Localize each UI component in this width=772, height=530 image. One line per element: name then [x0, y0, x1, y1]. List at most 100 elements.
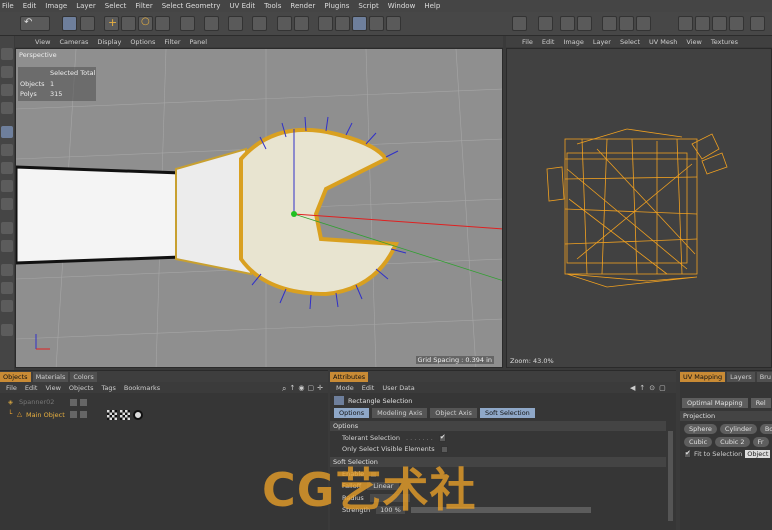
uv-relax-icon[interactable]: [750, 16, 765, 31]
back-arrow-icon[interactable]: ◀: [630, 384, 635, 392]
checker-icon[interactable]: [512, 16, 527, 31]
uv-menu-edit[interactable]: Edit: [542, 38, 555, 46]
subtab-options[interactable]: Options: [334, 408, 370, 418]
viewport-menu-filter[interactable]: Filter: [164, 38, 180, 46]
uvw-tag-icon[interactable]: [107, 410, 117, 420]
uv-grid-icon[interactable]: [678, 16, 693, 31]
smudge-icon[interactable]: [1, 198, 13, 210]
uv-menu-file[interactable]: File: [522, 38, 533, 46]
tool-icon[interactable]: [1, 66, 13, 78]
uv-tool-icon[interactable]: [538, 16, 553, 31]
selection-tool-icon[interactable]: [80, 16, 95, 31]
pen-icon[interactable]: [294, 16, 309, 31]
polygons-mode-icon[interactable]: [352, 16, 367, 31]
render-view-icon[interactable]: [228, 16, 243, 31]
uv-scale-icon[interactable]: [577, 16, 592, 31]
uv-move-icon[interactable]: [560, 16, 575, 31]
uv-rotate-icon[interactable]: [602, 16, 617, 31]
undo-icon[interactable]: ↶: [20, 16, 50, 31]
subtab-modeling-axis[interactable]: Modeling Axis: [372, 408, 428, 418]
cube-icon[interactable]: [277, 16, 292, 31]
rotate-icon[interactable]: ○: [138, 16, 153, 31]
lock-toggle[interactable]: [80, 411, 87, 418]
uv-points-icon[interactable]: [369, 16, 384, 31]
filter-icon[interactable]: ◉: [298, 384, 304, 394]
uv-fit-icon[interactable]: [636, 16, 651, 31]
cubic2-button[interactable]: Cubic 2: [715, 437, 750, 447]
edges-mode-icon[interactable]: [335, 16, 350, 31]
objects-menu-objects[interactable]: Objects: [69, 384, 94, 392]
menu-filter[interactable]: Filter: [135, 2, 152, 10]
star-icon[interactable]: [1, 240, 13, 252]
up-arrow-icon[interactable]: ↑: [639, 384, 645, 392]
menu-render[interactable]: Render: [290, 2, 315, 10]
cylinder-button[interactable]: Cylinder: [719, 424, 757, 434]
attributes-menu-mode[interactable]: Mode: [336, 384, 354, 392]
menu-select-geometry[interactable]: Select Geometry: [162, 2, 221, 10]
menu-tools[interactable]: Tools: [264, 2, 281, 10]
frontal-button[interactable]: Fr: [752, 437, 769, 447]
fill-icon[interactable]: [1, 180, 13, 192]
new-window-icon[interactable]: ▢: [659, 384, 666, 392]
uv-menu-layer[interactable]: Layer: [593, 38, 611, 46]
object-name-main-object[interactable]: Main Object: [26, 411, 65, 419]
uv-polygons-icon[interactable]: [386, 16, 401, 31]
menu-help[interactable]: Help: [424, 2, 440, 10]
menu-plugins[interactable]: Plugins: [324, 2, 349, 10]
magnifier-icon[interactable]: [1, 282, 13, 294]
menu-window[interactable]: Window: [388, 2, 416, 10]
uv-menu-textures[interactable]: Textures: [711, 38, 738, 46]
viewport-menu-view[interactable]: View: [35, 38, 50, 46]
fit-to-selection-checkbox[interactable]: [684, 449, 691, 458]
sphere-button[interactable]: Sphere: [684, 424, 717, 434]
points-mode-icon[interactable]: [318, 16, 333, 31]
tab-brush[interactable]: Bru: [756, 371, 772, 382]
menu-file[interactable]: File: [2, 2, 14, 10]
visibility-toggle[interactable]: [70, 399, 77, 406]
attributes-scrollbar[interactable]: [668, 431, 673, 521]
cubic-button[interactable]: Cubic: [684, 437, 713, 447]
visibility-toggle[interactable]: [70, 411, 77, 418]
eraser-icon[interactable]: [1, 162, 13, 174]
list-item[interactable]: └ △ Main Object: [0, 410, 328, 421]
coord-system-icon[interactable]: [204, 16, 219, 31]
render-settings-icon[interactable]: [252, 16, 267, 31]
tab-objects[interactable]: Objects: [0, 371, 31, 382]
attributes-menu-edit[interactable]: Edit: [362, 384, 375, 392]
menu-uv-edit[interactable]: UV Edit: [229, 2, 255, 10]
hand-icon[interactable]: [1, 300, 13, 312]
material-tag-icon[interactable]: [133, 410, 143, 420]
uv-menu-image[interactable]: Image: [563, 38, 583, 46]
new-window-icon[interactable]: ▢: [307, 384, 314, 394]
recent-tool-icon[interactable]: [155, 16, 170, 31]
fit-mode-dropdown[interactable]: Object: [745, 450, 771, 458]
up-arrow-icon[interactable]: ↑: [289, 384, 295, 394]
relax-uv-tab[interactable]: Rel: [750, 398, 771, 408]
objects-menu-tags[interactable]: Tags: [101, 384, 115, 392]
lock-icon[interactable]: ⊙: [649, 384, 655, 392]
objects-menu-bookmarks[interactable]: Bookmarks: [124, 384, 160, 392]
tolerant-selection-checkbox[interactable]: [438, 433, 446, 442]
objects-menu-edit[interactable]: Edit: [25, 384, 38, 392]
viewport-menu-cameras[interactable]: Cameras: [59, 38, 88, 46]
eyedropper-icon[interactable]: [1, 264, 13, 276]
uv-menu-uv-mesh[interactable]: UV Mesh: [649, 38, 677, 46]
object-name-spanner02[interactable]: Spanner02: [19, 398, 54, 406]
tab-layers[interactable]: Layers: [727, 371, 755, 382]
menu-layer[interactable]: Layer: [76, 2, 96, 10]
axis-x-icon[interactable]: [180, 16, 195, 31]
perspective-viewport[interactable]: Perspective Selected Total Objects 1 Pol…: [15, 48, 503, 368]
color-swatch-icon[interactable]: [1, 324, 13, 336]
live-select-icon[interactable]: [62, 16, 77, 31]
attributes-menu-user-data[interactable]: User Data: [382, 384, 414, 392]
texture-tag-icon[interactable]: [120, 410, 130, 420]
only-visible-checkbox[interactable]: [440, 445, 448, 453]
search-icon[interactable]: ⌕: [282, 384, 286, 394]
menu-select[interactable]: Select: [105, 2, 127, 10]
knife-icon[interactable]: [1, 84, 13, 96]
move-icon[interactable]: +: [104, 16, 119, 31]
uv-mirror-icon[interactable]: [619, 16, 634, 31]
uv-cross-icon[interactable]: [729, 16, 744, 31]
tab-colors[interactable]: Colors: [70, 371, 97, 382]
menu-edit[interactable]: Edit: [23, 2, 37, 10]
